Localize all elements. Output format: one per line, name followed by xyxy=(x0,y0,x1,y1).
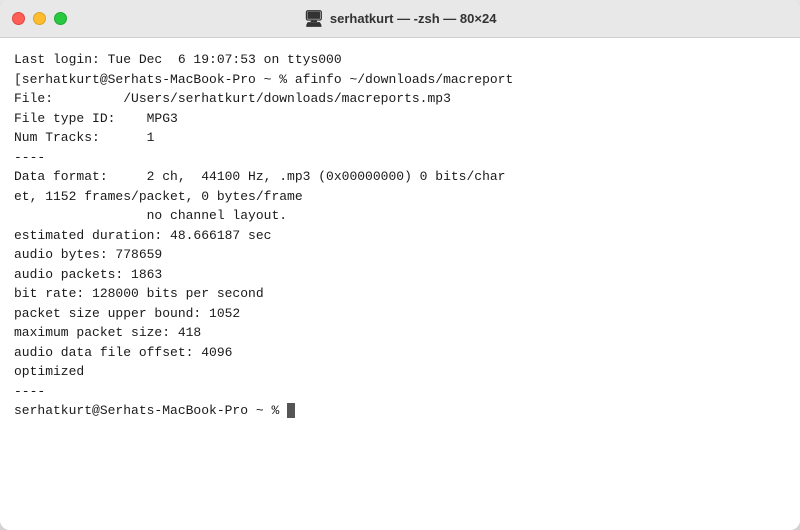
minimize-button[interactable] xyxy=(33,12,46,25)
terminal-icon: 🖥 xyxy=(304,9,324,29)
title-bar: 🖥 serhatkurt — -zsh — 80×24 xyxy=(0,0,800,38)
window-title: 🖥 serhatkurt — -zsh — 80×24 xyxy=(304,9,497,29)
terminal-body[interactable]: Last login: Tue Dec 6 19:07:53 on ttys00… xyxy=(0,38,800,530)
close-button[interactable] xyxy=(12,12,25,25)
title-label: serhatkurt — -zsh — 80×24 xyxy=(330,11,497,26)
terminal-cursor xyxy=(287,403,295,418)
traffic-lights xyxy=(12,12,67,25)
terminal-window: 🖥 serhatkurt — -zsh — 80×24 Last login: … xyxy=(0,0,800,530)
maximize-button[interactable] xyxy=(54,12,67,25)
